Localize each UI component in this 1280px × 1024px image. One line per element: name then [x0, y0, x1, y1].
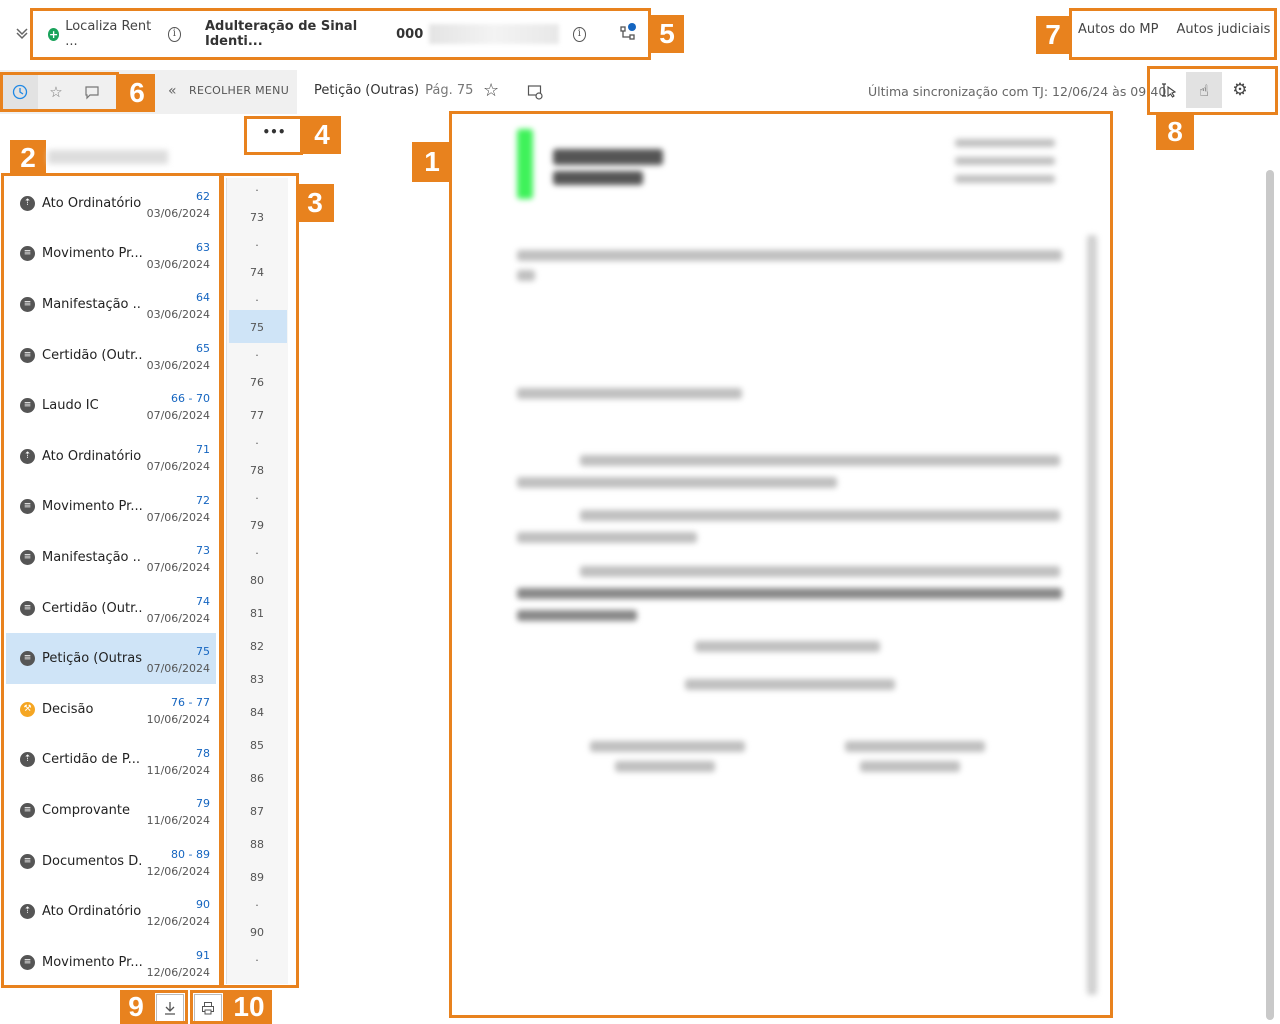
comment-add-icon[interactable] [527, 84, 543, 104]
highlight-10 [190, 990, 226, 1024]
annotation-badge-3: 3 [296, 184, 334, 222]
annotation-badge-7: 7 [1036, 16, 1070, 54]
sync-status: Última sincronização com TJ: 12/06/24 às… [868, 84, 1167, 99]
highlight-5 [30, 8, 651, 60]
highlight-1 [449, 111, 1113, 1018]
annotation-badge-8: 8 [1156, 114, 1194, 150]
highlight-8 [1147, 66, 1278, 115]
highlight-3 [221, 173, 299, 988]
annotation-badge-5: 5 [650, 15, 684, 53]
document-title-bar: Petição (Outras) Pág. 75 [314, 83, 473, 98]
document-title: Petição (Outras) [314, 83, 420, 98]
annotation-badge-4: 4 [303, 116, 341, 154]
redacted-text [48, 150, 168, 164]
star-icon[interactable]: ☆ [483, 80, 499, 101]
highlight-2 [1, 173, 222, 988]
page-label: Pág. 75 [425, 83, 474, 98]
annotation-badge-6: 6 [119, 74, 155, 112]
collapse-menu-button[interactable]: RECOLHER MENU [189, 84, 289, 97]
highlight-7 [1069, 8, 1277, 60]
highlight-4 [244, 116, 303, 155]
highlight-6 [0, 72, 119, 112]
annotation-badge-2: 2 [10, 140, 46, 176]
annotation-badge-10: 10 [226, 990, 272, 1024]
double-chevron-left-icon[interactable]: « [168, 83, 177, 99]
annotation-badge-1: 1 [412, 142, 452, 182]
scrollbar[interactable] [1266, 170, 1274, 1020]
annotation-badge-9: 9 [120, 990, 152, 1024]
highlight-9 [152, 990, 188, 1024]
